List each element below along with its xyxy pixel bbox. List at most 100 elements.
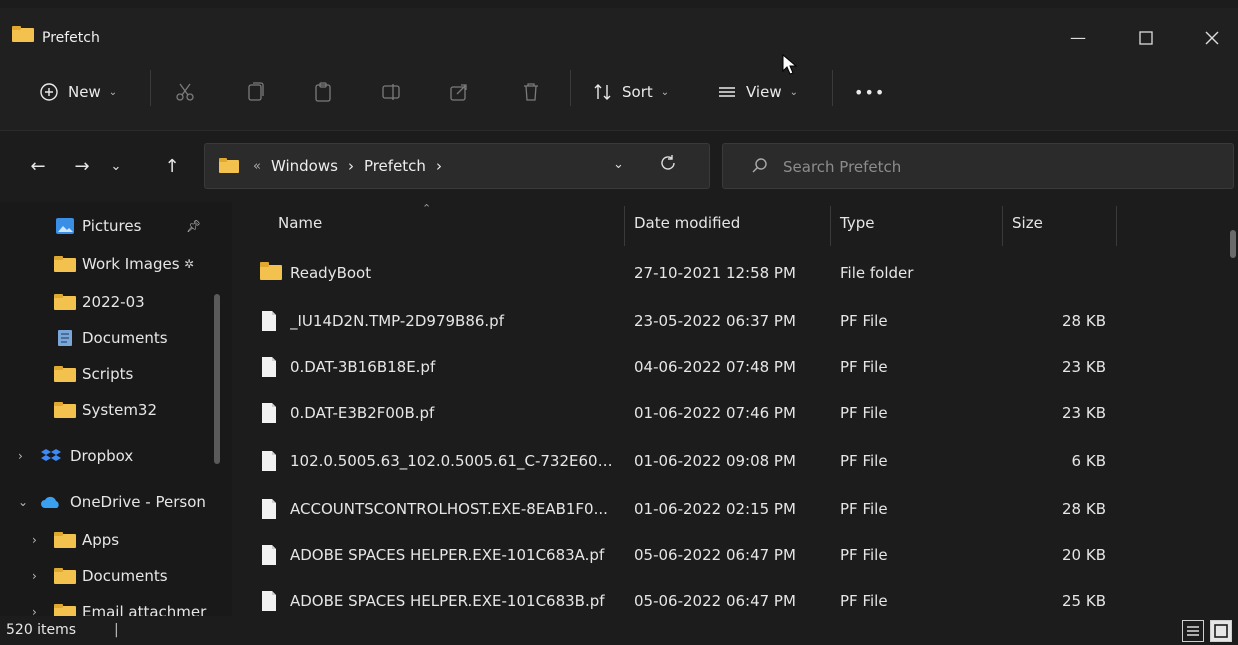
sidebar-item-label: Scripts [82, 365, 134, 383]
large-icons-view-button[interactable] [1210, 620, 1232, 642]
file-type: PF File [840, 312, 888, 330]
table-row[interactable]: _IU14D2N.TMP-2D979B86.pf 23-05-2022 06:3… [232, 298, 1238, 344]
forward-button[interactable]: → [66, 153, 98, 181]
folder-icon [54, 604, 76, 616]
sidebar-item-documents[interactable]: Documents [0, 320, 232, 356]
file-date: 04-06-2022 07:48 PM [634, 358, 796, 376]
file-name: ADOBE SPACES HELPER.EXE-101C683B.pf [290, 592, 605, 610]
recent-locations-button[interactable]: ⌄ [100, 153, 132, 181]
close-button[interactable] [1190, 22, 1234, 54]
chevron-right-icon[interactable]: › [18, 449, 23, 463]
sidebar-item-pictures[interactable]: Pictures 📌︎ [0, 208, 232, 244]
cut-button[interactable] [174, 78, 196, 106]
sidebar-item-email-attachments[interactable]: › Email attachmer [0, 594, 232, 616]
table-row[interactable]: 102.0.5005.63_102.0.5005.61_C-732E6080..… [232, 438, 1238, 484]
column-divider[interactable] [624, 206, 625, 246]
folder-icon [54, 568, 76, 584]
file-icon [262, 451, 276, 471]
close-icon [1205, 31, 1219, 45]
back-button[interactable]: ← [22, 153, 54, 181]
file-size: 6 KB [1071, 452, 1106, 470]
sidebar-item-apps[interactable]: › Apps [0, 522, 232, 558]
file-name: ADOBE SPACES HELPER.EXE-101C683A.pf [290, 546, 605, 564]
table-row[interactable]: 0.DAT-3B16B18E.pf 04-06-2022 07:48 PM PF… [232, 344, 1238, 390]
file-type: File folder [840, 264, 914, 282]
sidebar-item-label: Dropbox [70, 447, 134, 465]
column-header-date[interactable]: Date modified [634, 214, 740, 238]
sidebar-item-system32[interactable]: System32 [0, 392, 232, 428]
column-header-name[interactable]: Name [278, 214, 322, 238]
column-divider[interactable] [1002, 206, 1003, 246]
chevron-down-icon: ⌄ [789, 86, 798, 98]
new-button[interactable]: New ⌄ [38, 78, 117, 106]
chevron-down-icon[interactable]: ⌄ [18, 495, 28, 509]
arrow-right-icon: → [74, 156, 90, 177]
breadcrumb-separator[interactable]: › [436, 157, 442, 175]
file-name: 0.DAT-E3B2F00B.pf [290, 404, 435, 422]
file-icon [262, 591, 276, 611]
table-row[interactable]: ACCOUNTSCONTROLHOST.EXE-8EAB1F0... 01-06… [232, 486, 1238, 532]
new-label: New [68, 83, 101, 101]
share-icon [450, 84, 467, 101]
file-explorer-window: Prefetch — New ⌄ Sort ⌄ View ⌄ ••• ← → ⌄… [0, 0, 1238, 644]
file-icon [262, 499, 276, 519]
view-button[interactable]: View ⌄ [716, 78, 798, 106]
search-box[interactable] [722, 143, 1234, 189]
search-icon [752, 158, 767, 173]
file-size: 23 KB [1062, 358, 1106, 376]
sidebar-item-onedrive[interactable]: ⌄ OneDrive - Person [0, 484, 232, 520]
toolbar-divider [150, 70, 151, 106]
refresh-button[interactable] [659, 154, 677, 177]
sidebar-item-dropbox[interactable]: › Dropbox [0, 438, 232, 474]
minimize-button[interactable]: — [1056, 22, 1100, 54]
sidebar-item-work-images[interactable]: Work Images ✲ [0, 246, 232, 282]
file-name: 102.0.5005.63_102.0.5005.61_C-732E6080..… [290, 452, 620, 470]
breadcrumb-prefetch[interactable]: Prefetch [364, 157, 426, 175]
sidebar-scrollbar-thumb[interactable] [214, 294, 220, 464]
up-button[interactable]: ↑ [156, 153, 188, 181]
onedrive-icon [41, 496, 59, 508]
folder-icon [260, 262, 282, 280]
breadcrumb-overflow[interactable]: « [253, 159, 261, 174]
table-row[interactable]: ReadyBoot 27-10-2021 12:58 PM File folde… [232, 250, 1238, 296]
delete-button[interactable] [520, 78, 542, 106]
address-bar[interactable]: « Windows › Prefetch › ⌄ [204, 143, 710, 189]
copy-button[interactable] [244, 78, 266, 106]
column-divider[interactable] [1116, 206, 1117, 246]
chevron-right-icon[interactable]: › [32, 569, 37, 583]
column-header-size[interactable]: Size [1012, 214, 1043, 238]
address-dropdown-button[interactable]: ⌄ [613, 157, 624, 172]
share-button[interactable] [448, 78, 470, 106]
file-type: PF File [840, 452, 888, 470]
folder-icon [219, 158, 239, 173]
file-list-scrollbar-thumb[interactable] [1230, 230, 1236, 258]
file-icon [262, 357, 276, 377]
documents-icon [58, 330, 72, 346]
title-bar: Prefetch — [0, 8, 1238, 52]
toolbar-divider [570, 70, 571, 106]
file-list: ⌃ Name Date modified Type Size ReadyBoot… [232, 202, 1238, 616]
sidebar-item-2022-03[interactable]: 2022-03 [0, 284, 232, 320]
file-date: 05-06-2022 06:47 PM [634, 592, 796, 610]
search-input[interactable] [781, 154, 1205, 180]
rename-icon [382, 84, 400, 100]
more-options-button[interactable]: ••• [854, 78, 885, 106]
navigation-pane: Pictures 📌︎ Work Images ✲ 2022-03 Docume… [0, 202, 232, 616]
table-row[interactable]: 0.DAT-E3B2F00B.pf 01-06-2022 07:46 PM PF… [232, 390, 1238, 436]
maximize-button[interactable] [1124, 22, 1168, 54]
breadcrumb-separator[interactable]: › [348, 157, 354, 175]
file-size: 28 KB [1062, 500, 1106, 518]
rename-button[interactable] [380, 78, 402, 106]
file-icon [262, 311, 276, 331]
paste-button[interactable] [312, 78, 334, 106]
column-divider[interactable] [830, 206, 831, 246]
sort-button[interactable]: Sort ⌄ [592, 78, 669, 106]
sidebar-item-scripts[interactable]: Scripts [0, 356, 232, 392]
column-header-type[interactable]: Type [840, 214, 874, 238]
breadcrumb-windows[interactable]: Windows [271, 157, 338, 175]
details-view-button[interactable] [1182, 620, 1204, 642]
table-row[interactable]: ADOBE SPACES HELPER.EXE-101C683A.pf 05-0… [232, 532, 1238, 578]
chevron-right-icon[interactable]: › [32, 533, 37, 547]
sidebar-item-onedrive-documents[interactable]: › Documents [0, 558, 232, 594]
chevron-right-icon[interactable]: › [32, 605, 37, 616]
